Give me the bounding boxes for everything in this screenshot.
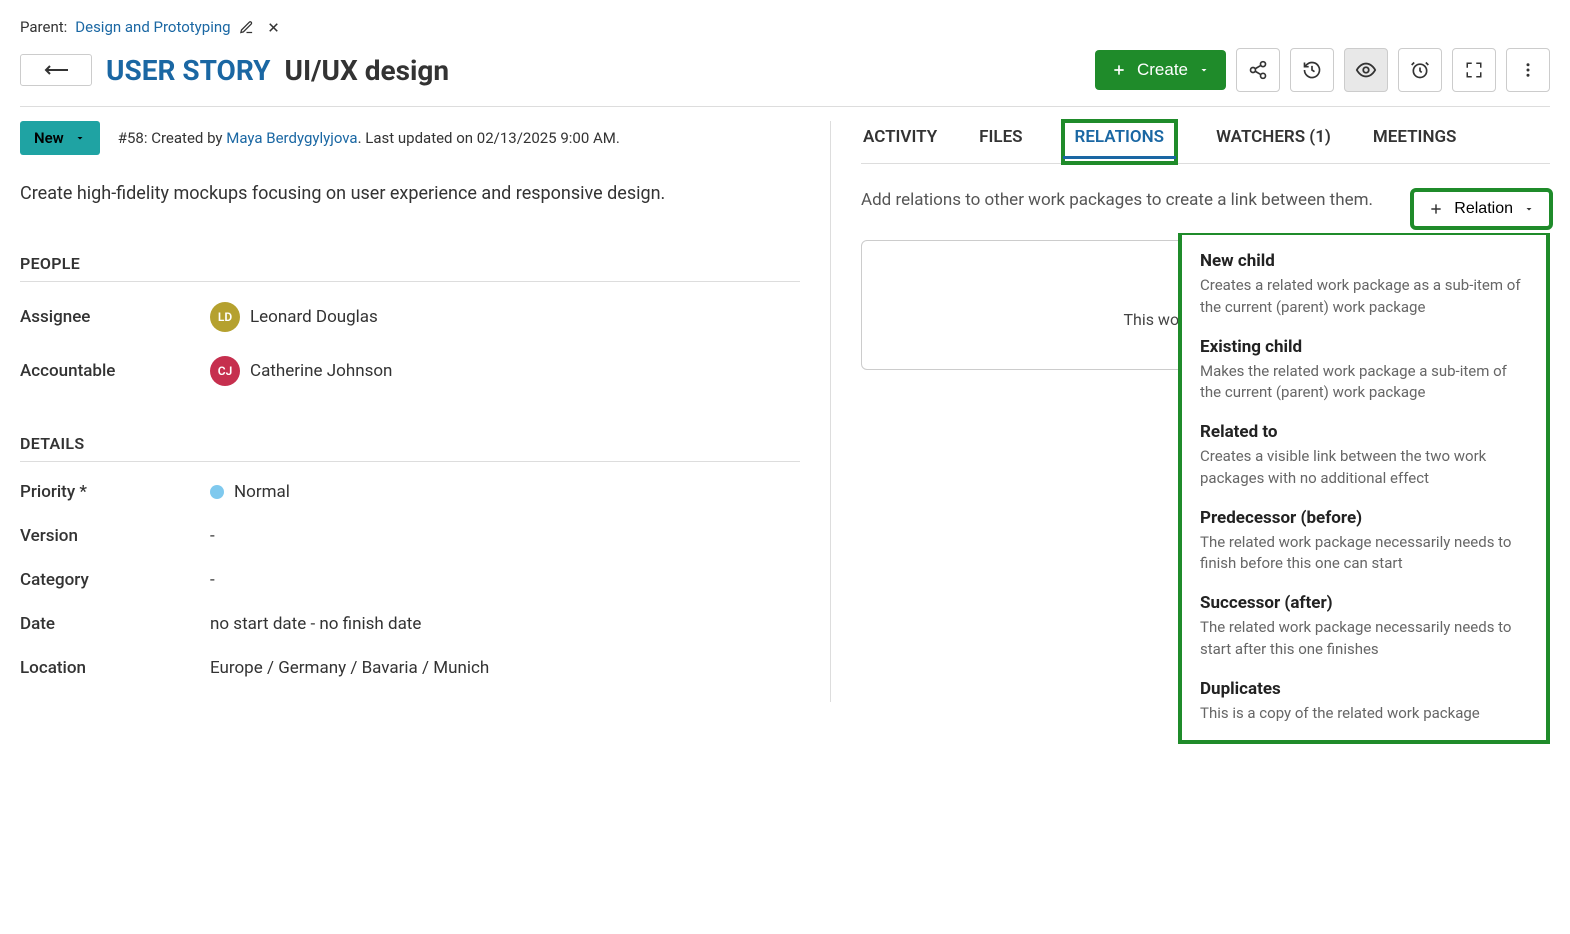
status-label: New	[34, 129, 64, 147]
fullscreen-icon[interactable]	[1452, 48, 1496, 92]
priority-value[interactable]: Normal	[210, 482, 290, 502]
edit-icon[interactable]	[239, 20, 254, 35]
details-pane: New #58: Created by Maya Berdygylyjova. …	[20, 121, 830, 702]
dropdown-item-new-child[interactable]: New child Creates a related work package…	[1200, 251, 1528, 319]
priority-label: Priority *	[20, 482, 210, 502]
avatar: LD	[210, 302, 240, 332]
parent-breadcrumb: Parent: Design and Prototyping	[20, 18, 1550, 36]
dropdown-item-successor[interactable]: Successor (after) The related work packa…	[1200, 593, 1528, 661]
close-icon[interactable]	[266, 20, 281, 35]
reminder-icon[interactable]	[1398, 48, 1442, 92]
add-relation-button[interactable]: Relation	[1413, 191, 1550, 227]
tab-watchers[interactable]: WATCHERS (1)	[1214, 121, 1333, 163]
description[interactable]: Create high-fidelity mockups focusing on…	[20, 183, 800, 204]
section-people: PEOPLE	[20, 254, 800, 282]
version-value[interactable]: -	[210, 526, 215, 546]
work-package-type: USER STORY	[106, 54, 270, 87]
history-icon[interactable]	[1290, 48, 1334, 92]
date-label: Date	[20, 614, 210, 634]
back-button[interactable]	[20, 54, 92, 86]
priority-dot-icon	[210, 485, 224, 499]
tab-relations[interactable]: RELATIONS	[1063, 121, 1177, 163]
dropdown-item-related-to[interactable]: Related to Creates a visible link betwee…	[1200, 422, 1528, 490]
avatar: CJ	[210, 356, 240, 386]
assignee-value[interactable]: LD Leonard Douglas	[210, 302, 378, 332]
more-icon[interactable]	[1506, 48, 1550, 92]
tab-meetings[interactable]: MEETINGS	[1371, 121, 1459, 163]
page-title[interactable]: UI/UX design	[284, 54, 449, 87]
assignee-label: Assignee	[20, 307, 210, 327]
share-icon[interactable]	[1236, 48, 1280, 92]
parent-link[interactable]: Design and Prototyping	[75, 18, 230, 36]
dropdown-item-predecessor[interactable]: Predecessor (before) The related work pa…	[1200, 508, 1528, 576]
version-label: Version	[20, 526, 210, 546]
dropdown-item-duplicates[interactable]: Duplicates This is a copy of the related…	[1200, 679, 1528, 725]
create-label: Create	[1137, 60, 1188, 80]
watch-icon[interactable]	[1344, 48, 1388, 92]
category-label: Category	[20, 570, 210, 590]
create-button[interactable]: Create	[1095, 50, 1226, 90]
tab-activity[interactable]: ACTIVITY	[861, 121, 939, 163]
meta-info: #58: Created by Maya Berdygylyjova. Last…	[118, 129, 620, 147]
relations-hint: Add relations to other work packages to …	[861, 190, 1401, 210]
location-value[interactable]: Europe / Germany / Bavaria / Munich	[210, 658, 489, 678]
location-label: Location	[20, 658, 210, 678]
relation-dropdown: New child Creates a related work package…	[1178, 233, 1550, 744]
tabs: ACTIVITY FILES RELATIONS WATCHERS (1) ME…	[861, 121, 1550, 164]
relations-pane: ACTIVITY FILES RELATIONS WATCHERS (1) ME…	[830, 121, 1550, 702]
accountable-value[interactable]: CJ Catherine Johnson	[210, 356, 392, 386]
author-link[interactable]: Maya Berdygylyjova	[226, 129, 357, 147]
date-value[interactable]: no start date - no finish date	[210, 614, 421, 634]
accountable-label: Accountable	[20, 361, 210, 381]
tab-files[interactable]: FILES	[977, 121, 1024, 163]
status-badge[interactable]: New	[20, 121, 100, 155]
category-value[interactable]: -	[210, 570, 215, 590]
parent-label: Parent:	[20, 18, 67, 36]
dropdown-item-existing-child[interactable]: Existing child Makes the related work pa…	[1200, 337, 1528, 405]
section-details: DETAILS	[20, 434, 800, 462]
